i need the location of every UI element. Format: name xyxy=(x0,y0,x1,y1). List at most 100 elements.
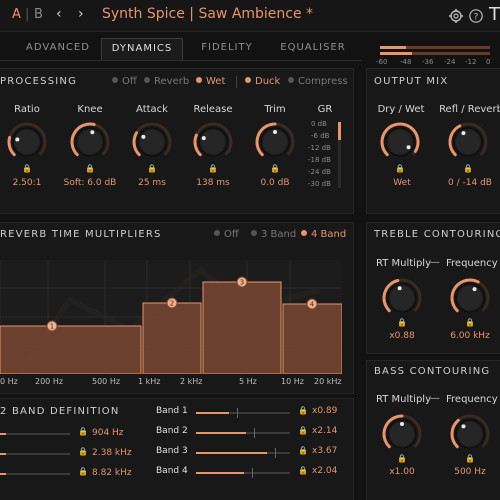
attack-value: 25 ms xyxy=(138,178,166,188)
gr-meter-scale: 0 dB -6 dB -12 dB -18 dB -24 dB -30 dB xyxy=(308,120,338,192)
band-slider[interactable] xyxy=(196,408,290,418)
knob-graphic xyxy=(255,122,295,157)
dry-wet-knob[interactable] xyxy=(378,120,422,168)
knob-graphic xyxy=(450,414,490,449)
bass-rt-multiply-value: x1.00 xyxy=(389,467,415,477)
lock-icon[interactable]: 🔒 xyxy=(78,447,88,456)
attack-knob[interactable] xyxy=(130,120,174,168)
crossover-slider-3[interactable] xyxy=(0,473,70,475)
lock-icon[interactable]: 🔒 xyxy=(251,164,299,173)
ab-separator: | xyxy=(25,7,30,22)
bass-rt-multiply-knob[interactable] xyxy=(380,412,424,460)
gr-label: GR xyxy=(317,104,333,115)
crossover-slider-1[interactable] xyxy=(0,433,70,435)
crossover-value-1: 904 Hz xyxy=(92,428,124,438)
lock-icon[interactable]: 🔒 xyxy=(446,318,494,327)
lock-icon[interactable]: 🔒 xyxy=(376,164,424,173)
ratio-value: 2.50:1 xyxy=(12,178,42,188)
band-value: x2.04 xyxy=(312,466,338,476)
meter-tick: -24 xyxy=(444,58,456,66)
processing-divider xyxy=(236,76,237,88)
treble-frequency-knob[interactable] xyxy=(448,276,492,324)
treble-dash: — xyxy=(430,257,440,268)
lock-icon[interactable]: 🔒 xyxy=(66,164,114,173)
preset-name[interactable]: Synth Spice | Saw Ambience * xyxy=(102,6,313,22)
reverb-mode-off[interactable]: Off xyxy=(214,229,239,240)
lock-icon[interactable]: 🔒 xyxy=(298,426,308,435)
reverb-mode-3band[interactable]: 3 Band xyxy=(251,229,296,240)
tab-advanced[interactable]: ADVANCED xyxy=(18,38,98,60)
band-value: x2.14 xyxy=(312,426,338,436)
band-handle-label-3: 3 xyxy=(240,279,244,287)
bass-title: BASS CONTOURING xyxy=(374,366,491,377)
knob-graphic xyxy=(382,278,422,313)
band-slider[interactable] xyxy=(196,468,290,478)
axis-label: 1 kHz xyxy=(138,377,161,386)
processing-mode-off[interactable]: Off xyxy=(112,76,137,87)
brand-logo: T xyxy=(489,4,500,25)
refl-reverb-knob[interactable] xyxy=(446,120,490,168)
band-value: x0.89 xyxy=(312,406,338,416)
trim-knob[interactable] xyxy=(253,120,297,168)
lock-icon[interactable]: 🔒 xyxy=(378,454,426,463)
output-mix-title: OUTPUT MIX xyxy=(374,76,449,87)
refl-reverb-label: Refl / Reverb xyxy=(439,104,500,115)
treble-rt-multiply-value: x0.88 xyxy=(389,331,415,341)
lock-icon[interactable]: 🔒 xyxy=(444,164,492,173)
next-preset-button[interactable]: › xyxy=(78,6,84,22)
treble-rt-multiply-knob[interactable] xyxy=(380,276,424,324)
processing-mode-wet[interactable]: Wet xyxy=(196,76,225,87)
knee-knob[interactable] xyxy=(68,120,112,168)
lock-icon[interactable]: 🔒 xyxy=(189,164,237,173)
lock-icon[interactable]: 🔒 xyxy=(378,318,426,327)
gear-icon[interactable] xyxy=(448,8,464,28)
bass-dash: — xyxy=(430,393,440,404)
reverb-band-graph[interactable]: 1 2 3 4 xyxy=(0,260,343,375)
band-multiplier-list: Band 1 🔒 x0.89 Band 2 🔒 x2.14 Band 3 🔒 x3.67 B… xyxy=(156,406,346,496)
band-handle-label-1: 1 xyxy=(50,323,54,331)
lock-icon[interactable]: 🔒 xyxy=(298,466,308,475)
band-slider[interactable] xyxy=(196,428,290,438)
reverb-mode-4band[interactable]: 4 Band xyxy=(301,229,346,240)
lock-icon[interactable]: 🔒 xyxy=(446,454,494,463)
band-slider[interactable] xyxy=(196,448,290,458)
ab-b-button[interactable]: B xyxy=(34,7,43,22)
crossover-slider-2[interactable] xyxy=(0,453,70,455)
axis-label: 500 Hz xyxy=(92,377,121,386)
tab-equaliser[interactable]: EQUALISER xyxy=(270,38,356,60)
svg-text:?: ? xyxy=(474,13,479,23)
lock-icon[interactable]: 🔒 xyxy=(78,467,88,476)
knob-graphic xyxy=(132,122,172,157)
knob-graphic xyxy=(7,122,47,157)
knee-label: Knee xyxy=(77,104,103,115)
detect-duck[interactable]: Duck xyxy=(245,76,280,87)
release-knob[interactable] xyxy=(191,120,235,168)
bass-frequency-knob[interactable] xyxy=(448,412,492,460)
trim-value: 0.0 dB xyxy=(260,178,290,188)
crossover-value-2: 2.38 kHz xyxy=(92,448,132,458)
dry-wet-value: Wet xyxy=(393,178,411,188)
bass-rt-multiply-label: RT Multiply xyxy=(376,394,431,405)
detect-compress[interactable]: Compress xyxy=(288,76,348,87)
ab-a-button[interactable]: A xyxy=(12,7,21,22)
lock-icon[interactable]: 🔒 xyxy=(128,164,176,173)
knob-graphic xyxy=(193,122,233,157)
attack-label: Attack xyxy=(136,104,168,115)
help-icon[interactable]: ? xyxy=(468,8,484,28)
meter-tick: -60 xyxy=(376,58,388,66)
tab-dynamics[interactable]: DYNAMICS xyxy=(101,38,183,60)
lock-icon[interactable]: 🔒 xyxy=(298,406,308,415)
ratio-label: Ratio xyxy=(14,104,40,115)
prev-preset-button[interactable]: ‹ xyxy=(56,6,62,22)
meter-tick: -12 xyxy=(465,58,477,66)
lock-icon[interactable]: 🔒 xyxy=(3,164,51,173)
tab-fidelity[interactable]: FIDELITY xyxy=(186,38,268,60)
processing-mode-reverb[interactable]: Reverb xyxy=(144,76,189,87)
ratio-knob[interactable] xyxy=(5,120,49,168)
knob-graphic xyxy=(450,278,490,313)
dry-wet-label: Dry / Wet xyxy=(377,104,425,115)
processing-panel xyxy=(0,68,354,214)
lock-icon[interactable]: 🔒 xyxy=(78,427,88,436)
lock-icon[interactable]: 🔒 xyxy=(298,446,308,455)
axis-label: 2 kHz xyxy=(180,377,203,386)
